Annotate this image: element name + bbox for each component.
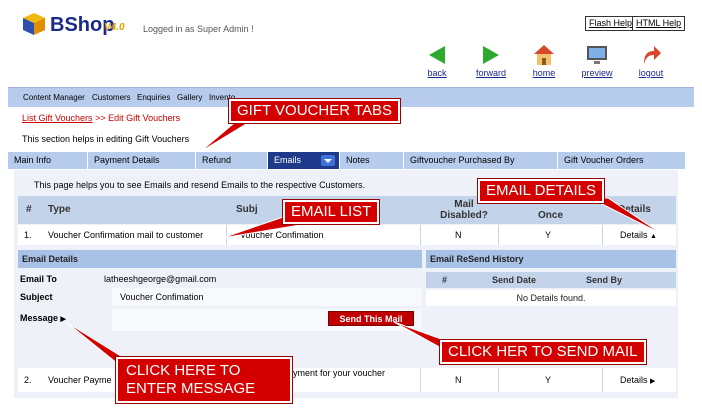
logout-arrow-icon — [644, 46, 661, 64]
tab-payment-details[interactable]: Payment Details — [88, 152, 196, 169]
tab-refund[interactable]: Refund — [196, 152, 268, 169]
tab-notes[interactable]: Notes — [340, 152, 404, 169]
cell-divider — [602, 225, 603, 245]
preview-button[interactable]: preview — [577, 44, 617, 78]
tab-emails[interactable]: Emails — [268, 152, 340, 169]
home-button[interactable]: home — [524, 44, 564, 78]
top-bar: BShop V4.0 Logged in as Super Admin ! Fl… — [0, 0, 702, 48]
caret-right-icon: ▶ — [60, 316, 66, 323]
callout-email-details: EMAIL DETAILS — [478, 179, 605, 203]
logged-in-status: Logged in as Super Admin ! — [143, 24, 254, 34]
nav-toolbar: back forward home preview logout — [410, 44, 700, 82]
menu-item-enquiries[interactable]: Enquiries — [137, 93, 170, 102]
callout-gift-voucher-tabs: GIFT VOUCHER TABS — [229, 99, 401, 123]
cell-divider — [498, 368, 499, 392]
tab-giftvoucher-purchased-by[interactable]: Giftvoucher Purchased By — [404, 152, 558, 169]
row-num: 2. — [24, 375, 32, 385]
resend-col-date: Send Date — [492, 275, 537, 285]
col-num: # — [26, 204, 32, 215]
row-once: Y — [545, 375, 552, 385]
resend-col-by: Send By — [586, 275, 623, 285]
tabs-callout-arrow — [199, 117, 258, 153]
forward-label: forward — [475, 68, 506, 78]
logo-cube-icon — [23, 13, 45, 35]
flash-help-link[interactable]: Flash Help — [585, 16, 637, 31]
html-help-link[interactable]: HTML Help — [632, 16, 686, 31]
cell-divider — [226, 225, 227, 245]
row-subject: Voucher Confimation — [240, 230, 324, 240]
message-label: Message — [20, 313, 59, 323]
home-icon — [534, 45, 554, 65]
row-details-link[interactable]: Details ▶ — [620, 375, 655, 385]
row-type: Voucher Payme — [48, 375, 112, 385]
breadcrumb-list-link[interactable]: List Gift Vouchers — [22, 113, 93, 123]
logout-button[interactable]: logout — [631, 44, 671, 78]
message-toggle[interactable]: Message ▶ — [20, 313, 66, 323]
col-send-once: Once — [538, 210, 564, 221]
callout-email-list: EMAIL LIST — [283, 200, 380, 224]
breadcrumb: List Gift Vouchers >> Edit Gift Vouchers — [22, 113, 180, 123]
resend-col-num: # — [442, 275, 448, 285]
subject-value: Voucher Confimation — [112, 288, 422, 306]
subject-label: Subject — [20, 292, 53, 302]
send-mail-button[interactable]: Send This Mail — [328, 311, 414, 326]
row-details-label: Details — [620, 375, 648, 385]
email-to-row: Email To latheeshgeorge@gmail.com — [18, 270, 422, 288]
back-arrow-icon — [429, 46, 445, 64]
tab-emails-label: Emails — [274, 155, 302, 165]
callout-send-mail: CLICK HER TO SEND MAIL — [440, 340, 646, 364]
tab-main-info[interactable]: Main Info — [8, 152, 88, 169]
caret-right-icon: ▶ — [650, 378, 656, 385]
back-button[interactable]: back — [417, 44, 457, 78]
row-num: 1. — [24, 230, 32, 240]
table-row: 1. Voucher Confirmation mail to customer… — [18, 225, 676, 245]
col-type: Type — [48, 204, 71, 215]
breadcrumb-current: Edit Gift Vouchers — [108, 113, 181, 123]
forward-button[interactable]: forward — [471, 44, 511, 78]
row-disabled: N — [455, 230, 462, 240]
monitor-icon — [587, 46, 607, 64]
app-version: V4.0 — [104, 22, 125, 33]
callout-enter-message-line2: ENTER MESSAGE — [126, 380, 256, 397]
callout-enter-message-line1: CLICK HERE TO — [126, 362, 241, 379]
col-mail-disabled-line2: Disabled? — [440, 210, 488, 221]
cell-divider — [420, 368, 421, 392]
row-subject: ayment for your voucher — [288, 368, 386, 378]
tab-bar: Main Info Payment Details Refund Emails … — [8, 152, 686, 169]
row-type: Voucher Confirmation mail to customer — [48, 230, 204, 240]
logout-label: logout — [638, 68, 664, 78]
dropdown-arrow-icon[interactable] — [321, 155, 335, 166]
menu-item-customers[interactable]: Customers — [92, 93, 131, 102]
col-details: Details — [618, 204, 651, 215]
home-label: home — [532, 68, 556, 78]
callout-enter-message: CLICK HERE TO ENTER MESSAGE — [116, 357, 292, 403]
cell-divider — [420, 225, 421, 245]
email-to-label: Email To — [20, 274, 57, 284]
menu-item-content-manager[interactable]: Content Manager — [23, 93, 85, 102]
panel-info-text: This page helps you to see Emails and re… — [34, 180, 366, 190]
forward-arrow-icon — [483, 46, 499, 64]
section-help-text: This section helps in editing Gift Vouch… — [22, 134, 190, 144]
resend-history-columns: # Send Date Send By — [426, 272, 676, 288]
tab-gift-voucher-orders[interactable]: Gift Voucher Orders — [558, 152, 686, 169]
menu-item-gallery[interactable]: Gallery — [177, 93, 202, 102]
resend-history-header: Email ReSend History — [426, 250, 676, 268]
subject-row: Subject Voucher Confimation — [18, 288, 422, 306]
cell-divider — [498, 225, 499, 245]
col-subject: Subj — [236, 204, 258, 215]
preview-label: preview — [581, 68, 613, 78]
row-disabled: N — [455, 375, 462, 385]
breadcrumb-sep: >> — [95, 113, 106, 123]
caret-up-icon: ▲ — [650, 233, 657, 240]
cell-divider — [602, 368, 603, 392]
row-once: Y — [545, 230, 552, 240]
email-details-header: Email Details — [18, 250, 422, 268]
resend-empty-text: No Details found. — [426, 290, 676, 306]
back-label: back — [427, 68, 447, 78]
row-details-label: Details — [620, 230, 648, 240]
row-details-link[interactable]: Details ▲ — [620, 230, 657, 240]
email-to-value: latheeshgeorge@gmail.com — [104, 274, 217, 284]
